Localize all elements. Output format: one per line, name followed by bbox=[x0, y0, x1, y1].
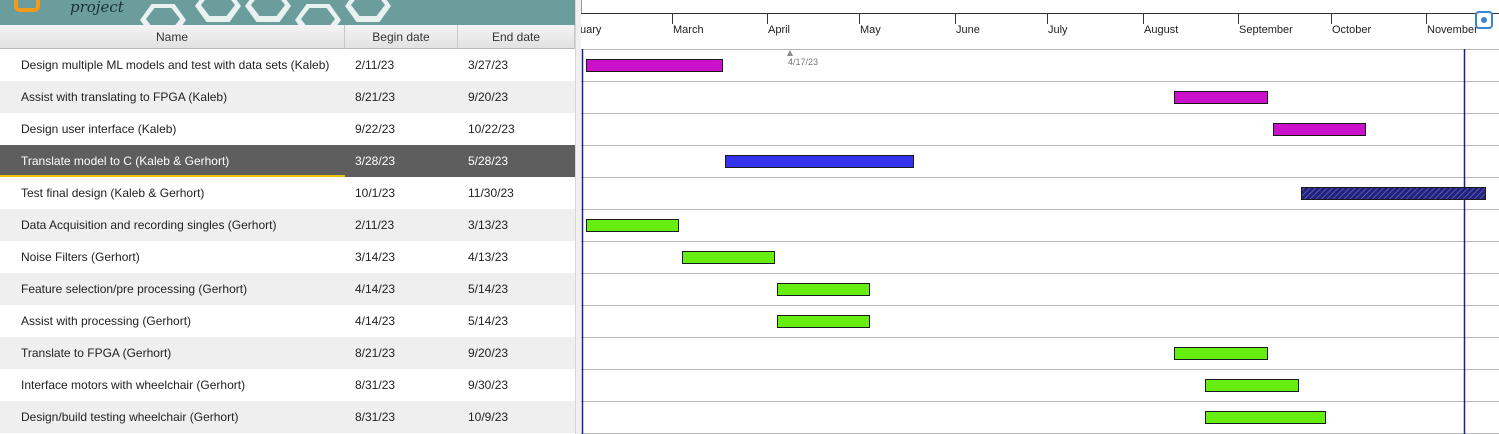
task-name: Design/build testing wheelchair (Gerhort… bbox=[21, 410, 239, 424]
task-begin-date: 3/14/23 bbox=[355, 250, 396, 264]
month-label: November bbox=[1427, 24, 1478, 36]
table-row[interactable]: Translate to FPGA (Gerhort) 8/21/23 9/20/2… bbox=[0, 337, 575, 369]
table-row[interactable]: Noise Filters (Gerhort) 3/14/23 4/13/23 bbox=[0, 241, 575, 273]
table-row[interactable]: Translate model to C (Kaleb & Gerhort) 3/… bbox=[0, 145, 575, 177]
table-header: Name Begin date End date bbox=[0, 25, 575, 49]
task-bar[interactable] bbox=[1205, 379, 1299, 392]
table-row[interactable]: Assist with processing (Gerhort) 4/14/23 5… bbox=[0, 305, 575, 337]
app-logo-banner: project bbox=[0, 0, 575, 25]
table-row[interactable]: Interface motors with wheelchair (Gerhor… bbox=[0, 369, 575, 401]
table-row[interactable]: Feature selection/pre processing (Gerhor… bbox=[0, 273, 575, 305]
task-bar[interactable] bbox=[1273, 123, 1366, 136]
task-bar[interactable] bbox=[1205, 411, 1326, 424]
task-begin-date: 2/11/23 bbox=[355, 58, 395, 72]
month-label: September bbox=[1239, 24, 1293, 36]
zoom-fit-icon[interactable] bbox=[1475, 11, 1493, 29]
column-header-end-date[interactable]: End date bbox=[458, 25, 575, 49]
month-label: July bbox=[1048, 24, 1068, 36]
task-name: Interface motors with wheelchair (Gerhor… bbox=[21, 378, 246, 392]
task-begin-date: 10/1/23 bbox=[355, 186, 396, 200]
month-label: April bbox=[768, 24, 790, 36]
task-begin-date: 4/14/23 bbox=[355, 282, 396, 296]
month-label: October bbox=[1332, 24, 1371, 36]
task-begin-date: 8/21/23 bbox=[355, 346, 396, 360]
table-row[interactable]: Test final design (Kaleb & Gerhort) 10/1/… bbox=[0, 177, 575, 209]
task-bar[interactable] bbox=[682, 251, 775, 264]
logo-icon bbox=[14, 0, 40, 12]
logo-text: project bbox=[70, 0, 124, 16]
month-label: uary bbox=[581, 24, 602, 36]
gantt-canvas[interactable]: uary March April May June July August September… bbox=[581, 0, 1499, 434]
column-header-begin-date[interactable]: Begin date bbox=[345, 25, 458, 49]
task-name: Data Acquisition and recording singles (… bbox=[21, 218, 277, 232]
column-header-name[interactable]: Name bbox=[0, 25, 345, 49]
task-begin-date: 8/31/23 bbox=[355, 410, 396, 424]
task-bar[interactable] bbox=[586, 219, 679, 232]
task-end-date: 11/30/23 bbox=[468, 186, 514, 200]
task-end-date: 10/9/23 bbox=[468, 410, 509, 424]
gantt-chart: uary March April May June July August September… bbox=[581, 0, 1499, 434]
task-bar[interactable] bbox=[1174, 91, 1268, 104]
task-end-date: 3/13/23 bbox=[468, 218, 509, 232]
task-name: Design multiple ML models and test with … bbox=[21, 58, 330, 72]
task-name: Test final design (Kaleb & Gerhort) bbox=[21, 186, 205, 200]
task-name: Design user interface (Kaleb) bbox=[21, 122, 177, 136]
task-begin-date: 8/31/23 bbox=[355, 378, 396, 392]
month-label: August bbox=[1144, 24, 1178, 36]
task-end-date: 9/20/23 bbox=[468, 90, 509, 104]
table-row[interactable]: Data Acquisition and recording singles (… bbox=[0, 209, 575, 241]
task-end-date: 5/14/23 bbox=[468, 314, 509, 328]
task-bar[interactable] bbox=[777, 283, 870, 296]
task-end-date: 10/22/23 bbox=[468, 122, 515, 136]
task-name: Assist with translating to FPGA (Kaleb) bbox=[21, 90, 228, 104]
task-end-date: 4/13/23 bbox=[468, 250, 509, 264]
task-name: Assist with processing (Gerhort) bbox=[21, 314, 192, 328]
task-begin-date: 4/14/23 bbox=[355, 314, 396, 328]
task-bar[interactable] bbox=[777, 315, 870, 328]
table-row[interactable]: Design multiple ML models and test with … bbox=[0, 49, 575, 81]
table-row[interactable]: Design/build testing wheelchair (Gerhort… bbox=[0, 401, 575, 433]
task-bar[interactable] bbox=[1301, 187, 1486, 200]
task-end-date: 5/14/23 bbox=[468, 282, 509, 296]
table-row[interactable]: Design user interface (Kaleb) 9/22/23 10/2… bbox=[0, 113, 575, 145]
task-list: Design multiple ML models and test with … bbox=[0, 49, 575, 433]
task-end-date: 3/27/23 bbox=[468, 58, 509, 72]
task-name: Translate to FPGA (Gerhort) bbox=[21, 346, 172, 360]
today-marker-icon bbox=[787, 50, 793, 56]
today-marker-label: 4/17/23 bbox=[788, 57, 818, 67]
task-name: Feature selection/pre processing (Gerhor… bbox=[21, 282, 248, 296]
task-bar[interactable] bbox=[1174, 347, 1268, 360]
task-bar[interactable] bbox=[725, 155, 914, 168]
month-label: May bbox=[860, 24, 881, 36]
task-begin-date: 2/11/23 bbox=[355, 218, 395, 232]
task-begin-date: 3/28/23 bbox=[345, 145, 458, 177]
task-begin-date: 8/21/23 bbox=[355, 90, 396, 104]
month-label: March bbox=[673, 24, 704, 36]
table-row[interactable]: Assist with translating to FPGA (Kaleb) 8… bbox=[0, 81, 575, 113]
task-end-date: 9/20/23 bbox=[468, 346, 509, 360]
task-end-date: 5/28/23 bbox=[458, 145, 575, 177]
task-begin-date: 9/22/23 bbox=[355, 122, 396, 136]
task-end-date: 9/30/23 bbox=[468, 378, 509, 392]
task-bar[interactable] bbox=[586, 59, 723, 72]
task-name: Noise Filters (Gerhort) bbox=[21, 250, 140, 264]
task-name: Translate model to C (Kaleb & Gerhort) bbox=[0, 145, 345, 177]
task-table: project Name Begin date End date Design … bbox=[0, 0, 575, 434]
month-label: June bbox=[956, 24, 980, 36]
